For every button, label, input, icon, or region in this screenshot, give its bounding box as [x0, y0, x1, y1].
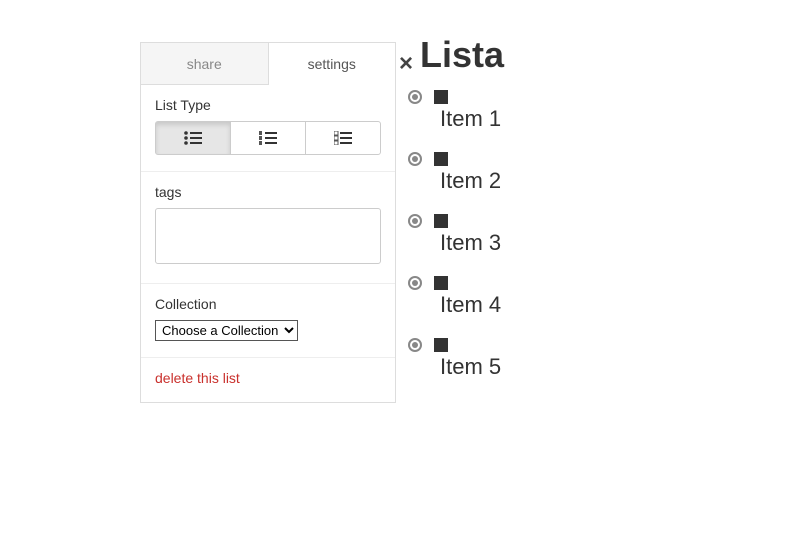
square-icon [434, 214, 448, 228]
list-items: Item 1 Item 2 Item 3 Item 4 Item 5 [408, 88, 501, 398]
radio-bullet-icon [408, 214, 422, 228]
settings-panel: share settings List Type [140, 42, 396, 403]
list-type-bullets-button[interactable] [155, 121, 231, 155]
item-label: Item 5 [440, 354, 501, 380]
list-item: Item 2 [408, 150, 501, 194]
tab-settings[interactable]: settings [269, 43, 396, 85]
list-item: Item 5 [408, 336, 501, 380]
list-type-numbered-button[interactable] [230, 121, 306, 155]
radio-bullet-icon [408, 152, 422, 166]
square-icon [434, 90, 448, 104]
collection-section: Collection Choose a Collection [141, 284, 395, 358]
square-icon [434, 338, 448, 352]
tags-section: tags [141, 172, 395, 284]
list-type-group [155, 121, 381, 155]
close-icon[interactable]: × [399, 50, 413, 78]
list-type-section: List Type [141, 85, 395, 172]
delete-section: delete this list [141, 358, 395, 402]
bullet-list-icon [184, 131, 202, 145]
tags-label: tags [155, 184, 381, 200]
delete-list-link[interactable]: delete this list [155, 370, 240, 386]
checklist-icon [334, 131, 352, 145]
tags-input[interactable] [155, 208, 381, 264]
list-type-checklist-button[interactable] [305, 121, 381, 155]
radio-bullet-icon [408, 276, 422, 290]
collection-select[interactable]: Choose a Collection [155, 320, 298, 341]
item-label: Item 4 [440, 292, 501, 318]
radio-bullet-icon [408, 338, 422, 352]
collection-label: Collection [155, 296, 381, 312]
list-title: Lista [420, 34, 504, 76]
item-label: Item 2 [440, 168, 501, 194]
square-icon [434, 276, 448, 290]
numbered-list-icon [259, 131, 277, 145]
list-item: Item 1 [408, 88, 501, 132]
list-type-label: List Type [155, 97, 381, 113]
tab-bar: share settings [141, 43, 395, 85]
radio-bullet-icon [408, 90, 422, 104]
list-item: Item 3 [408, 212, 501, 256]
tab-share[interactable]: share [141, 43, 269, 84]
item-label: Item 1 [440, 106, 501, 132]
list-item: Item 4 [408, 274, 501, 318]
square-icon [434, 152, 448, 166]
item-label: Item 3 [440, 230, 501, 256]
